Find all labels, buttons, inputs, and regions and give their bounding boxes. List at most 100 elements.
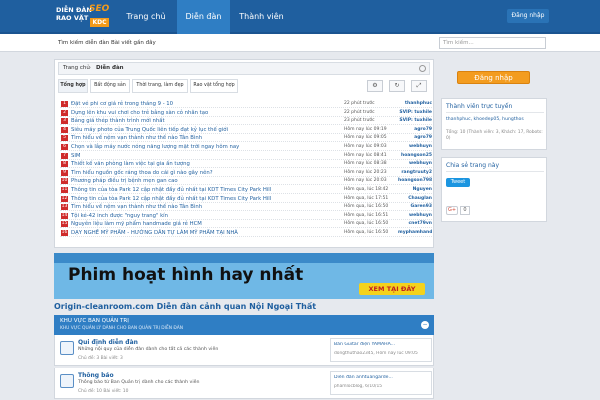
gplus-button[interactable]: G+ [446, 206, 458, 215]
thread-author[interactable]: hoangson25 [398, 152, 432, 160]
thread-author[interactable]: webhuyn [398, 160, 432, 168]
thread-row[interactable]: 2 Dựng lên khu vui chơi cho trẻ bằng sàn … [60, 109, 432, 117]
thread-author[interactable]: hoangson798 [398, 177, 432, 185]
thread-row[interactable]: 5 Tìm hiểu về nệm vạn thành như thế nào T… [60, 134, 432, 143]
thread-author[interactable]: Garen93 [398, 203, 432, 211]
thread-author[interactable]: webhuyn [398, 143, 432, 151]
thread-title[interactable]: DẠY NGHỀ MỸ PHẨM - HƯỚNG DẪN TỰ LÀM MỸ P… [71, 229, 341, 237]
thread-title[interactable]: Bảng giá thép thành trình mới nhất [71, 117, 341, 125]
thread-title[interactable]: Đặt vé phi cơ giá rẻ trong tháng 9 - 10 [71, 100, 341, 108]
collapse-icon[interactable]: − [421, 321, 429, 329]
thread-row[interactable]: 14 Tội ké-42 inch được "nguy trang" kín Hô… [60, 212, 432, 220]
tab-real-estate[interactable]: Bất động sản [90, 79, 130, 93]
thread-time: Hôm nay lúc 08:41 [344, 152, 387, 158]
thread-author[interactable]: rangtruuty2 [398, 169, 432, 177]
thread-row[interactable]: 9 Tìm hiểu nguồn gốc ráng thoa do cái gì … [60, 169, 432, 177]
thread-rank-badge: 14 [61, 212, 68, 219]
online-members-list[interactable]: thanhphuc, khoedep05, hungthos [446, 117, 544, 123]
tab-classifieds[interactable]: Rao vặt tổng hợp [190, 79, 238, 93]
breadcrumb-home[interactable]: Trang chủ [63, 63, 90, 74]
nav-forums[interactable]: Diễn đàn [177, 0, 230, 34]
thread-row[interactable]: 12 Thông tin của tòa Park 12 cập nhật đầy… [60, 195, 432, 203]
recent-threads-panel: Trang chủ › Diễn đàn Tổng hợp Bất động s… [54, 59, 434, 248]
thread-row[interactable]: 10 Phương pháp điều trị bệnh mẹn gan cao H… [60, 177, 432, 186]
thread-rank-badge: 2 [61, 109, 68, 116]
tab-fashion-beauty[interactable]: Thời trang, làm đẹp [132, 79, 188, 93]
breadcrumb-separator: › [89, 65, 92, 71]
thread-title[interactable]: SIM [71, 152, 341, 160]
thread-title[interactable]: Chọn và lắp máy nước nóng năng lượng mặt… [71, 143, 341, 151]
thread-author[interactable]: Nguyen [398, 186, 432, 194]
thread-rank-badge: 4 [61, 126, 68, 133]
thread-title[interactable]: Siêu máy photo của Trung Quốc liên tiếp … [71, 126, 341, 134]
last-post-title[interactable]: Bán Guitar điện YAMAHA... [334, 342, 430, 347]
thread-title[interactable]: Tìm hiểu về nệm vạn thành như thế nào Tâ… [71, 134, 341, 142]
share-box: Chia sẻ trang này Tweet G+ 0 [441, 157, 547, 222]
expand-icon[interactable]: ⤢ [411, 80, 427, 92]
thread-row[interactable]: 13 Tìm hiểu về nệm vạn thành như thế nào … [60, 203, 432, 212]
thread-title[interactable]: Thông tin của tòa Park 12 cập nhật đầy đ… [71, 195, 341, 203]
thread-title[interactable]: Tìm hiểu về nệm vạn thành như thế nào Tâ… [71, 203, 341, 211]
forum-description: Những nội quy của diễn đàn dành cho tất … [78, 347, 219, 352]
forum-icon [60, 341, 74, 355]
thread-author[interactable]: SVIP: tuxhile [398, 117, 432, 125]
thread-rank-badge: 10 [61, 178, 68, 185]
thread-title[interactable]: Nguyên liệu làm mỹ phẩm handmade giá rẻ … [71, 220, 341, 228]
breadcrumb-forums[interactable]: Diễn đàn [96, 63, 124, 74]
thread-title[interactable]: Thông tin của tòa Park 12 cập nhật đầy đ… [71, 186, 341, 194]
site-title[interactable]: Origin-cleanroom.com Diễn đàn cảnh quan … [54, 302, 434, 311]
login-button[interactable]: Đăng nhập [507, 9, 549, 23]
tab-general[interactable]: Tổng hợp [58, 79, 88, 93]
banner-button[interactable]: XEM TẠI ĐÂY [359, 283, 425, 295]
site-logo[interactable]: DIỄN ĐÀN RAO VẶT SEO KDC [56, 4, 110, 29]
breadcrumb-jump-icon[interactable] [419, 65, 426, 72]
thread-title[interactable]: Tội ké-42 inch được "nguy trang" kín [71, 212, 341, 220]
refresh-icon[interactable]: ↻ [389, 80, 405, 92]
thread-row[interactable]: 8 Thiết kế văn phòng làm việc tại gia ấn … [60, 160, 432, 169]
sidebar-login-button[interactable]: Đăng nhập [457, 71, 530, 84]
thread-row[interactable]: 3 Bảng giá thép thành trình mới nhất 23 ph… [60, 117, 432, 126]
nav-members[interactable]: Thành viên [230, 0, 293, 34]
thread-title[interactable]: Phương pháp điều trị bệnh mẹn gan cao [71, 177, 341, 185]
thread-row[interactable]: 15 Nguyên liệu làm mỹ phẩm handmade giá r… [60, 220, 432, 229]
recent-posts-link[interactable]: Bài viết gần đây [111, 34, 156, 52]
forum-name[interactable]: Thông báo [78, 372, 114, 379]
category-header[interactable]: KHU VỰC BAN QUẢN TRỊ KHU VỰC QUẢN LÝ DÀN… [54, 315, 434, 335]
logo-line1: DIỄN ĐÀN [56, 6, 92, 14]
thread-row[interactable]: 4 Siêu máy photo của Trung Quốc liên tiếp… [60, 126, 432, 134]
thread-row[interactable]: 16 DẠY NGHỀ MỸ PHẨM - HƯỚNG DẪN TỰ LÀM MỸ… [60, 229, 432, 237]
thread-row[interactable]: 6 Chọn và lắp máy nước nóng năng lượng mặ… [60, 143, 432, 151]
thread-row[interactable]: 11 Thông tin của tòa Park 12 cập nhật đầy… [60, 186, 432, 194]
thread-row[interactable]: 1 Đặt vé phi cơ giá rẻ trong tháng 9 - 10… [60, 100, 432, 108]
thread-rank-badge: 8 [61, 161, 68, 168]
thread-author[interactable]: SVIP: tuxhile [398, 109, 432, 117]
thread-rank-badge: 1 [61, 101, 68, 107]
forum-name[interactable]: Qui định diễn đàn [78, 339, 138, 346]
advert-banner[interactable]: Phim hoạt hình hay nhất XEM TẠI ĐÂY [54, 253, 434, 299]
category-title[interactable]: KHU VỰC BAN QUẢN TRỊ [60, 318, 129, 325]
settings-icon[interactable]: ⚙ [367, 80, 383, 92]
thread-row[interactable]: 7 SIM Hôm nay lúc 08:41 hoangson25 [60, 152, 432, 160]
tweet-button[interactable]: Tweet [446, 178, 470, 187]
thread-author[interactable]: webhuyn [398, 212, 432, 220]
search-input[interactable]: Tìm kiếm... [439, 37, 546, 49]
thread-rank-badge: 7 [61, 152, 68, 159]
last-post-title[interactable]: Diễn đàn anhtuangarde... [334, 375, 430, 380]
thread-author[interactable]: agro79 [398, 134, 432, 142]
search-forums-link[interactable]: Tìm kiếm diễn đàn [58, 34, 109, 52]
thread-time: Hôm qua, lúc 16:50 [344, 221, 389, 227]
banner-text: Phim hoạt hình hay nhất [68, 265, 304, 285]
nav-home[interactable]: Trang chủ [117, 0, 175, 34]
category-subtitle: KHU VỰC QUẢN LÝ DÀNH CHO BAN QUẢN TRỊ DI… [60, 326, 184, 331]
thread-time: 22 phút trước [344, 101, 375, 106]
thread-author[interactable]: Chauglan [398, 195, 432, 203]
share-title: Chia sẻ trang này [446, 162, 500, 169]
thread-title[interactable]: Thiết kế văn phòng làm việc tại gia ấn t… [71, 160, 341, 168]
top-navigation-bar: DIỄN ĐÀN RAO VẶT SEO KDC Trang chủ Diễn … [0, 0, 600, 34]
thread-title[interactable]: Tìm hiểu nguồn gốc ráng thoa do cái gì n… [71, 169, 341, 177]
thread-author[interactable]: thanhphuc [398, 100, 432, 108]
thread-author[interactable]: myphamhandmade [398, 229, 432, 237]
thread-author[interactable]: cnet79vn [398, 220, 432, 228]
thread-author[interactable]: agro79 [398, 126, 432, 134]
thread-title[interactable]: Dựng lên khu vui chơi cho trẻ bằng sàn c… [71, 109, 341, 117]
